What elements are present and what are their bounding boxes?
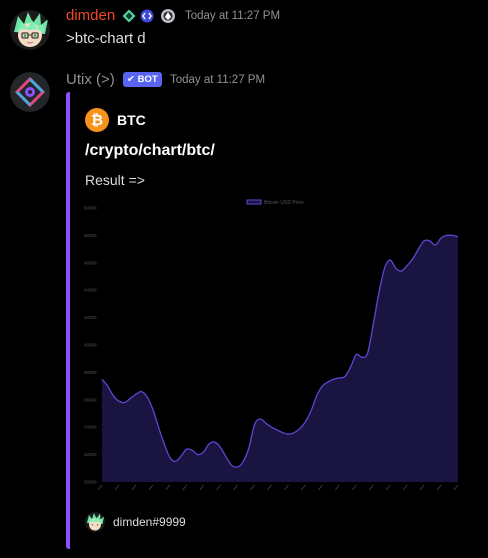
username-dimden[interactable]: dimden [66, 7, 115, 24]
y-tick-label: 38000 [84, 370, 97, 375]
svg-text:₿: ₿ [91, 111, 103, 129]
x-tick-mark [131, 484, 137, 491]
x-tick-mark [250, 484, 255, 491]
x-tick-mark [436, 484, 442, 491]
embed-footer-text: dimden#9999 [113, 515, 186, 529]
timestamp-dimden[interactable]: Today at 11:27 PM [185, 10, 280, 22]
x-tick-mark [267, 484, 272, 491]
y-tick-label: 32000 [84, 452, 97, 457]
x-tick-mark [165, 484, 171, 491]
price-chart: 30000 32000 34000 36000 38000 40000 42000 44000… [84, 199, 459, 491]
x-tick-mark [199, 484, 205, 491]
nitro-gem-icon[interactable] [122, 9, 136, 28]
y-tick-label: 34000 [84, 425, 97, 430]
y-tick-label: 50000 [84, 206, 97, 211]
utix-avatar[interactable] [10, 72, 50, 112]
x-tick-mark [419, 484, 425, 491]
anime-avatar-icon [10, 10, 50, 50]
bot-tag-label: BOT [137, 74, 158, 85]
footer-avatar-icon [85, 512, 105, 532]
x-tick-mark [301, 484, 306, 491]
x-tick-mark [216, 484, 221, 491]
embed: ₿ BTC /crypto/chart/btc/ Result => 30000… [66, 92, 472, 549]
y-tick-label: 48000 [84, 233, 97, 238]
x-tick-mark [318, 484, 323, 491]
y-tick-label: 46000 [84, 260, 97, 265]
x-tick-mark [402, 484, 408, 491]
y-tick-label: 36000 [84, 397, 97, 402]
username-utix[interactable]: Utix (>) [66, 71, 115, 88]
legend-label: Bitcoin USD Price [264, 200, 304, 206]
hypesquad-badge-icon[interactable] [140, 9, 154, 28]
x-tick-mark [182, 484, 188, 491]
chart-legend: Bitcoin USD Price [246, 199, 304, 206]
bot-tag: ✔ BOT [123, 72, 162, 87]
y-tick-label: 40000 [84, 343, 97, 348]
embed-chart-image[interactable]: 30000 32000 34000 36000 38000 40000 42000 44000… [82, 198, 468, 498]
embed-description: Result => [85, 172, 145, 188]
y-tick-label: 44000 [84, 288, 97, 293]
embed-title[interactable]: /crypto/chart/btc/ [85, 142, 215, 160]
x-tick-mark [97, 484, 103, 491]
y-tick-label: 42000 [84, 315, 97, 320]
y-tick-label: 30000 [84, 480, 97, 485]
x-tick-mark [368, 484, 374, 491]
x-tick-mark [385, 484, 391, 491]
utix-logo-icon [10, 72, 50, 112]
x-tick-mark [233, 484, 238, 491]
x-tick-mark [284, 484, 289, 491]
message-dimden: dimden Today at 11:27 PM >btc-chart d [0, 0, 488, 60]
x-tick-mark [148, 484, 154, 491]
verified-check-icon: ✔ [127, 74, 138, 85]
x-tick-mark [114, 484, 120, 491]
x-tick-mark [453, 484, 459, 491]
price-area [102, 235, 458, 482]
bitcoin-icon: ₿ [85, 108, 109, 132]
x-tick-mark [335, 484, 340, 491]
embed-author-name[interactable]: BTC [117, 112, 146, 128]
timestamp-utix[interactable]: Today at 11:27 PM [170, 74, 265, 86]
boost-badge-icon[interactable] [160, 8, 176, 29]
x-tick-mark [351, 484, 357, 491]
legend-swatch [246, 199, 262, 205]
dimden-avatar[interactable] [10, 10, 50, 50]
message-content-dimden: >btc-chart d [66, 30, 146, 47]
